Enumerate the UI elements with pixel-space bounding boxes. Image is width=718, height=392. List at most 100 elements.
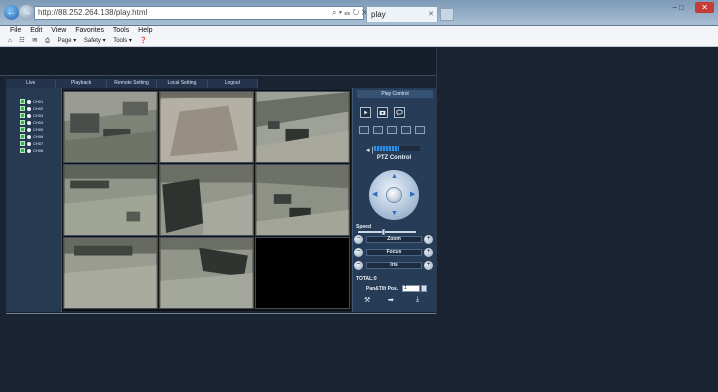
ptz-center-button[interactable] [386, 187, 402, 203]
split-1-button[interactable] [359, 126, 369, 134]
iris-close-button[interactable]: − [354, 261, 363, 270]
speed-slider[interactable] [358, 229, 416, 235]
tab-close-icon[interactable]: ✕ [428, 7, 434, 22]
camera-feed-3[interactable] [255, 91, 350, 163]
browser-tab[interactable]: play ✕ [366, 6, 438, 22]
help-icon[interactable]: ❓ [140, 38, 147, 44]
mail-icon[interactable]: ✉ [32, 38, 37, 44]
feeds-icon[interactable]: ☷ [19, 38, 24, 44]
channel-item[interactable]: CH02 [20, 105, 43, 112]
pantilt-position-input[interactable]: 1 [402, 285, 420, 292]
snapshot-button[interactable] [377, 107, 388, 118]
ptz-control-title: PTZ Control [376, 155, 412, 161]
arrow-left-icon[interactable]: ◀ [372, 191, 377, 198]
ptz-direction-pad[interactable]: ▲ ▼ ◀ ▶ [369, 170, 419, 220]
checkbox-icon[interactable] [20, 120, 25, 125]
tools-menu[interactable]: Tools ▾ [113, 38, 132, 44]
checkbox-icon[interactable] [20, 99, 25, 104]
zoom-out-button[interactable]: − [354, 235, 363, 244]
arrow-right-icon[interactable]: ▶ [410, 191, 415, 198]
camera-feed-4[interactable] [63, 164, 158, 236]
total-label: TOTAL:0 [356, 276, 377, 282]
nav-live[interactable]: Live [6, 79, 57, 88]
pantilt-position-label: Pan&Tilt Pos. [366, 286, 399, 292]
camera-feed-6[interactable] [255, 164, 350, 236]
menu-help[interactable]: Help [138, 27, 152, 34]
menu-favorites[interactable]: Favorites [75, 27, 104, 34]
fullscreen-button[interactable] [415, 126, 425, 134]
split-16-button[interactable] [401, 126, 411, 134]
checkbox-icon[interactable] [20, 148, 25, 153]
zoom-control: − Zoom + [354, 235, 434, 244]
nav-local-setting[interactable]: Local Setting [157, 79, 208, 88]
channel-item[interactable]: CH03 [20, 112, 43, 119]
forward-icon[interactable]: → [19, 5, 34, 20]
channel-item[interactable]: CH07 [20, 140, 43, 147]
window-close-icon[interactable]: ✕ [695, 2, 714, 13]
menu-file[interactable]: File [10, 27, 21, 34]
preset-clear-icon[interactable]: ⤓ [416, 296, 419, 304]
focus-out-button[interactable]: − [354, 248, 363, 257]
camera-status-icon [27, 113, 31, 118]
channel-item[interactable]: CH06 [20, 133, 43, 140]
talk-button[interactable] [394, 107, 405, 118]
focus-in-button[interactable]: + [424, 248, 433, 257]
nav-logout[interactable]: Logout [208, 79, 259, 88]
arrow-up-icon[interactable]: ▲ [391, 173, 398, 180]
checkbox-icon[interactable] [20, 106, 25, 111]
channel-list: CH01 CH02 CH03 CH04 CH05 CH06 CH07 CH08 [6, 88, 62, 312]
camera-feed-8[interactable] [159, 237, 254, 309]
play-button[interactable] [360, 107, 371, 118]
focus-control: − Focus + [354, 248, 434, 257]
content-bottom-divider [6, 313, 436, 314]
camera-feed-7[interactable] [63, 237, 158, 309]
split-9-button[interactable] [387, 126, 397, 134]
camera-feed-image [256, 165, 349, 235]
nav-remote-setting[interactable]: Remote Setting [107, 79, 158, 88]
checkbox-icon[interactable] [20, 113, 25, 118]
camera-feed-1[interactable] [63, 91, 158, 163]
nav-playback[interactable]: Playback [56, 79, 107, 88]
camera-icon [379, 110, 386, 115]
camera-feed-image [160, 165, 253, 235]
camera-feed-5[interactable] [159, 164, 254, 236]
page-banner [0, 48, 436, 76]
print-icon[interactable]: ⎙ [45, 38, 50, 44]
iris-label: Iris [366, 262, 422, 269]
window-minimize-icon[interactable]: − □ [668, 2, 688, 13]
address-bar-icons[interactable]: ⌕ ▾ ☲ ↻ ✕ [332, 6, 368, 20]
checkbox-icon[interactable] [20, 127, 25, 132]
camera-feed-image [160, 92, 253, 162]
checkbox-icon[interactable] [20, 134, 25, 139]
menu-view[interactable]: View [51, 27, 66, 34]
home-icon[interactable]: ⌂ [8, 38, 12, 44]
camera-feed-9-empty[interactable] [255, 237, 350, 309]
split-4-button[interactable] [373, 126, 383, 134]
address-bar[interactable]: http://88.252.264.138/play.html [34, 6, 364, 20]
main-nav: Live Playback Remote Setting Local Setti… [6, 79, 259, 88]
volume-level [374, 146, 400, 151]
checkbox-icon[interactable] [20, 141, 25, 146]
channel-item[interactable]: CH05 [20, 126, 43, 133]
iris-open-button[interactable]: + [424, 261, 433, 270]
zoom-in-button[interactable]: + [424, 235, 433, 244]
arrow-down-icon[interactable]: ▼ [391, 210, 398, 217]
channel-item[interactable]: CH01 [20, 98, 43, 105]
preset-go-icon[interactable]: ➡ [388, 296, 394, 304]
page-menu[interactable]: Page ▾ [58, 38, 77, 44]
volume-slider[interactable] [374, 146, 420, 151]
pantilt-position-spinner[interactable] [421, 285, 427, 292]
iris-control: − Iris + [354, 261, 434, 270]
channel-item[interactable]: CH04 [20, 119, 43, 126]
speed-label: Speed [356, 224, 372, 230]
preset-set-icon[interactable]: ⚒ [364, 296, 370, 304]
camera-feed-image [160, 238, 253, 308]
camera-status-icon [27, 106, 31, 111]
safety-menu[interactable]: Safety ▾ [84, 38, 106, 44]
menu-tools[interactable]: Tools [113, 27, 129, 34]
channel-item[interactable]: CH08 [20, 147, 43, 154]
camera-feed-2[interactable] [159, 91, 254, 163]
back-icon[interactable]: ← [4, 5, 19, 20]
new-tab-button[interactable] [440, 8, 454, 21]
menu-edit[interactable]: Edit [30, 27, 42, 34]
